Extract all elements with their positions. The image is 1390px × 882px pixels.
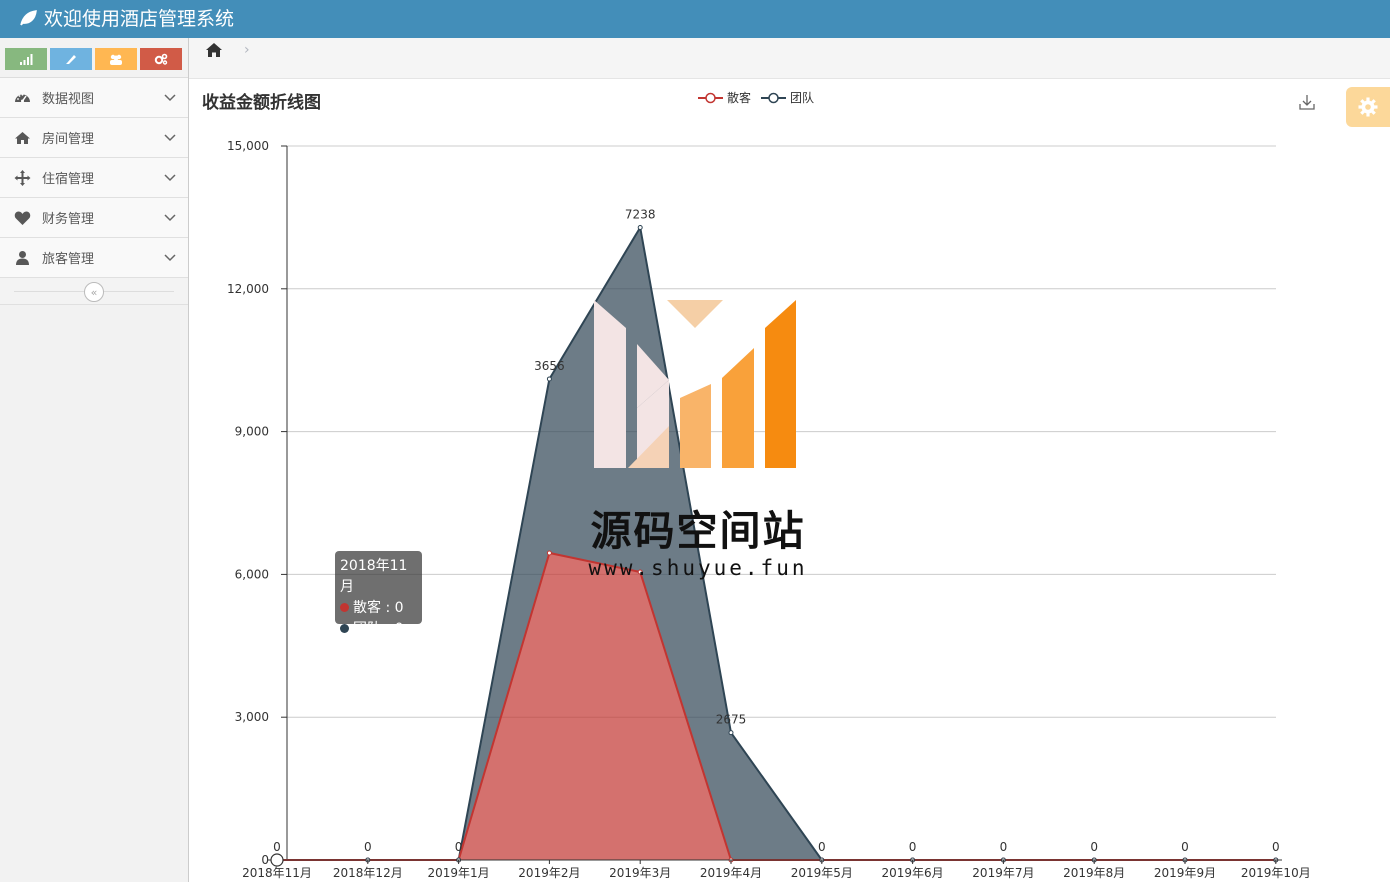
data-point-tuandui xyxy=(637,224,643,230)
legend-label: 团队 xyxy=(790,91,815,105)
data-label: 0 xyxy=(1090,840,1098,854)
x-tick-label: 2019年10月 xyxy=(1241,866,1311,880)
data-label: 0 xyxy=(273,840,281,854)
y-tick-label: 9,000 xyxy=(235,425,269,439)
legend-marker-icon xyxy=(698,92,723,103)
x-tick-label: 2019年9月 xyxy=(1154,866,1216,880)
series-dot-icon xyxy=(340,603,349,612)
x-tick-label: 2019年5月 xyxy=(791,866,853,880)
legend-label: 散客 xyxy=(727,91,752,105)
x-tick-label: 2019年6月 xyxy=(882,866,944,880)
x-tick-label: 2019年8月 xyxy=(1063,866,1125,880)
x-tick-label: 2019年4月 xyxy=(700,866,762,880)
data-point-tuandui xyxy=(728,730,734,736)
data-label: 0 xyxy=(364,840,372,854)
data-label: 3656 xyxy=(534,359,565,373)
data-point-sanke xyxy=(546,550,552,556)
data-label: 0 xyxy=(1181,840,1189,854)
x-tick-label: 2019年3月 xyxy=(609,866,671,880)
y-tick-label: 3,000 xyxy=(235,710,269,724)
chart-legend: 散客 团队 xyxy=(698,89,814,106)
settings-toggle-button[interactable] xyxy=(1346,87,1390,127)
watermark-text: 源码空间站 xyxy=(590,507,806,555)
revenue-area-chart: 03,0006,0009,00012,00015,0002018年11月 2018… xyxy=(227,139,1311,880)
gear-icon xyxy=(1358,97,1378,117)
download-icon[interactable] xyxy=(1299,94,1315,110)
tooltip-row: 散客 : 0 xyxy=(340,598,417,619)
x-tick-label: 2018年12月 xyxy=(333,866,403,880)
y-tick-label: 6,000 xyxy=(235,567,269,581)
data-point-tuandui xyxy=(546,376,552,382)
data-label: 0 xyxy=(1272,840,1280,854)
watermark-url: www.shuyue.fun xyxy=(588,556,808,580)
x-tick-label: 2019年7月 xyxy=(972,866,1034,880)
legend-marker-icon xyxy=(761,92,787,103)
x-tick-label: 2019年2月 xyxy=(518,866,580,880)
data-label: 0 xyxy=(818,840,826,854)
legend-item-tuandui[interactable]: 团队 xyxy=(761,89,814,106)
tooltip-title: 2018年11月 xyxy=(340,558,408,595)
y-tick-label: 15,000 xyxy=(227,139,269,153)
chart-title: 收益金额折线图 xyxy=(202,93,321,113)
chart-tooltip: 2018年11月 散客 : 0 团队 : 0 xyxy=(335,551,422,637)
data-label: 0 xyxy=(455,840,463,854)
tooltip-row-text: 散客 : 0 xyxy=(353,600,404,616)
y-tick-label: 12,000 xyxy=(227,282,269,296)
x-tick-label: 2019年1月 xyxy=(428,866,490,880)
tooltip-row: 团队 : 0 xyxy=(340,619,417,640)
tooltip-row-text: 团队 : 0 xyxy=(353,621,404,637)
x-tick-label: 2018年11月 xyxy=(242,866,312,880)
data-label: 7238 xyxy=(625,207,656,221)
series-dot-icon xyxy=(340,624,349,633)
data-label: 0 xyxy=(1000,840,1008,854)
data-label: 2675 xyxy=(716,713,747,727)
legend-item-sanke[interactable]: 散客 xyxy=(698,89,751,106)
hover-point-indicator xyxy=(270,853,284,867)
data-label: 0 xyxy=(909,840,917,854)
